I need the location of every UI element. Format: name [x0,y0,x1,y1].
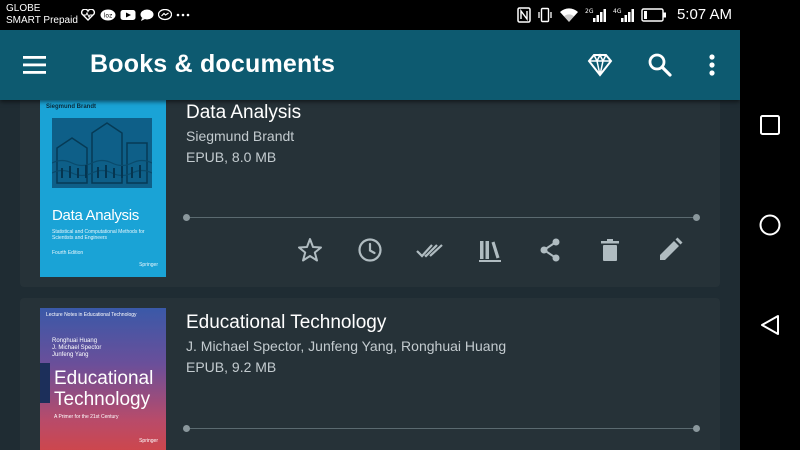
wifi-icon [559,7,578,22]
carrier-label: GLOBE SMART Prepaid [6,3,78,27]
more-vert-icon[interactable] [697,50,727,80]
cover-authors: Ronghuai Huang J. Michael Spector Junfen… [52,338,101,359]
status-bar: GLOBE SMART Prepaid loz 2G 4G 5:07 AM [0,0,740,30]
signal-4g-label: 4G [613,8,622,15]
book-actions [290,235,710,269]
cover-title-line: Educational [54,368,154,389]
book-title[interactable]: Data Analysis [186,102,301,124]
search-icon[interactable] [645,50,675,80]
app-bar: Books & documents [0,30,740,100]
carrier-line-1: GLOBE [6,3,41,14]
nfc-icon [517,6,531,23]
messenger-icon [158,9,172,21]
book-meta: EPUB, 9.2 MB [186,359,277,375]
notification-icons: loz [80,9,190,21]
cover-title: Educational Technology [54,368,153,410]
diamond-icon[interactable] [585,50,615,80]
signal-2g-label: 2G [585,8,594,15]
cover-author: Ronghuai Huang [52,338,98,344]
more-notifications-icon [176,13,190,17]
chat-bubble-icon [140,9,154,21]
cover-publisher: Springer [139,262,158,268]
book-author: J. Michael Spector, Junfeng Yang, Ronghu… [186,338,507,354]
lte-badge-icon: loz [100,9,116,21]
book-cover[interactable]: Lecture Notes in Educational Technology … [40,308,166,450]
done-all-icon[interactable] [415,235,445,265]
cover-edition: Fourth Edition [52,250,84,256]
system-status-icons: 2G 4G 5:07 AM [517,6,732,23]
cover-author: Siegmund Brandt [46,104,97,110]
vibrate-icon [538,7,552,22]
carrier-line-2: SMART Prepaid [6,15,78,26]
cover-illustration [52,118,152,188]
signal-4g-icon: 4G [613,8,634,22]
clock: 5:07 AM [676,6,732,23]
menu-icon[interactable] [20,52,50,78]
edit-icon[interactable] [655,235,685,265]
reading-progress-bar [183,214,700,221]
share-icon[interactable] [535,235,565,265]
cover-subtitle: A Primer for the 21st Century [54,414,119,420]
signal-2g-icon: 2G [585,8,606,22]
star-icon[interactable] [295,235,325,265]
cover-author: J. Michael Spector [52,345,102,351]
cover-subtitle: Statistical and Computational Methods fo… [52,229,145,241]
history-icon[interactable] [355,235,385,265]
cover-stripe [40,363,50,403]
book-card[interactable]: Lecture Notes in Educational Technology … [20,298,720,450]
book-meta: EPUB, 8.0 MB [186,149,277,165]
book-card[interactable]: Siegmund Brandt Data Analysis Statistica… [20,100,720,287]
delete-icon[interactable] [595,235,625,265]
book-cover[interactable]: Siegmund Brandt Data Analysis Statistica… [40,100,166,277]
book-title[interactable]: Educational Technology [186,312,386,334]
cover-title-line: Technology [54,389,151,410]
library-icon[interactable] [475,235,505,265]
system-nav-bar [740,0,800,450]
youtube-icon [120,10,136,20]
page-title: Books & documents [90,50,336,78]
cover-series: Lecture Notes in Educational Technology [46,312,137,318]
home-circle-icon[interactable] [758,213,782,237]
book-list[interactable]: Siegmund Brandt Data Analysis Statistica… [0,100,740,450]
book-author: Siegmund Brandt [186,128,295,144]
svg-text:loz: loz [104,13,113,20]
heart-monitor-icon [80,9,96,21]
battery-icon [641,7,666,22]
recents-square-icon[interactable] [758,113,782,137]
reading-progress-bar [183,425,700,432]
cover-publisher: Springer [139,438,158,444]
cover-title: Data Analysis [52,207,139,224]
cover-author: Junfeng Yang [52,352,89,358]
back-triangle-icon[interactable] [758,313,782,337]
